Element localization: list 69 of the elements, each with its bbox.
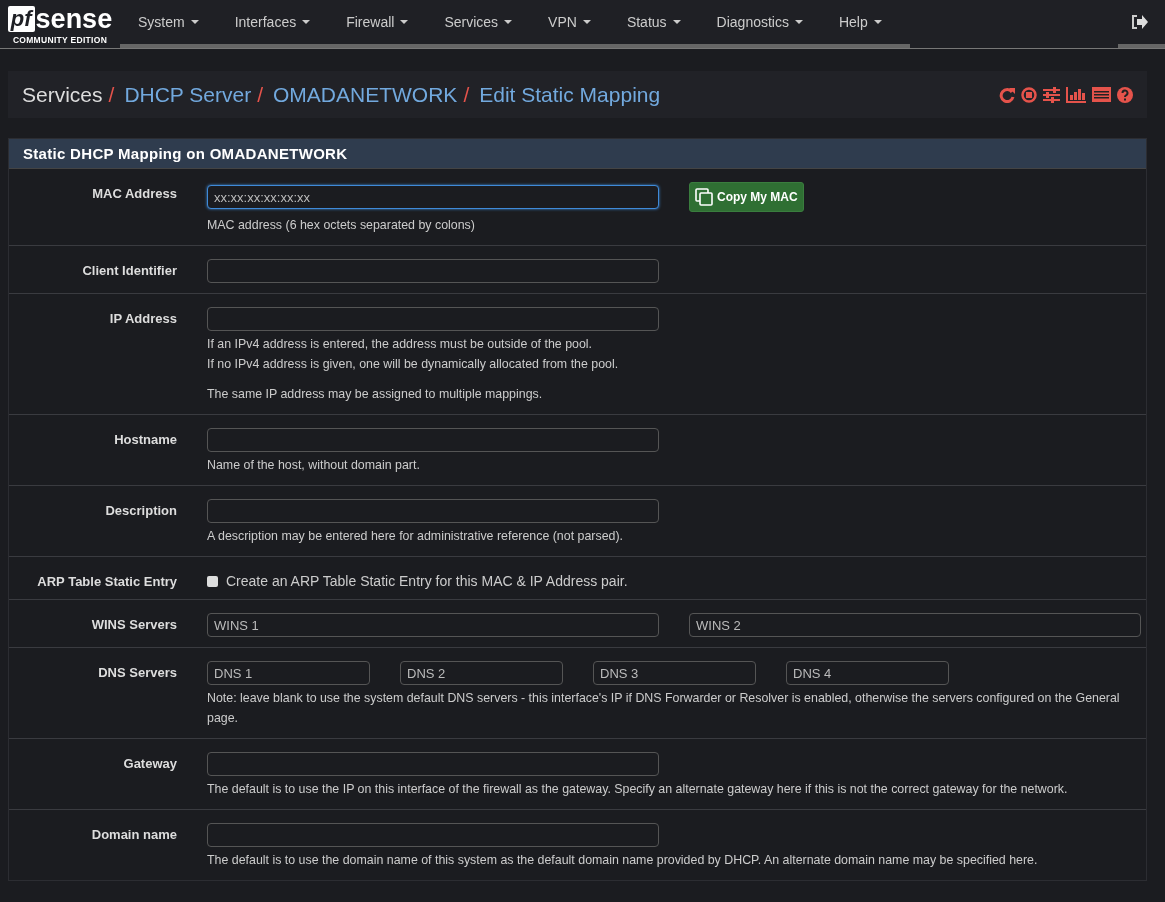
- breadcrumb-item[interactable]: Services: [22, 82, 103, 107]
- breadcrumb-item[interactable]: OMADANETWORK: [273, 82, 458, 107]
- logo-word: sense: [35, 6, 113, 32]
- help-icon[interactable]: [1117, 86, 1133, 103]
- help-text: Name of the host, without domain part.: [207, 457, 421, 474]
- input-field[interactable]: [207, 499, 659, 523]
- menu-item[interactable]: System: [120, 14, 217, 30]
- breadcrumb-separator: /: [108, 82, 115, 107]
- input-field[interactable]: DNS 3: [593, 661, 756, 685]
- caret-icon: [873, 20, 882, 24]
- help-text: MAC address (6 hex octets separated by colons): [207, 217, 476, 234]
- sliders-icon[interactable]: [1043, 86, 1060, 103]
- stop-icon[interactable]: [1021, 86, 1037, 103]
- field-label: Domain name: [90, 826, 178, 844]
- caret-icon: [794, 20, 803, 24]
- input-field[interactable]: [207, 752, 659, 776]
- caret-icon: [302, 20, 311, 24]
- input-field[interactable]: DNS 2: [400, 661, 563, 685]
- field-label: Hostname: [113, 431, 178, 449]
- copy-icon: [695, 187, 714, 207]
- input-field[interactable]: DNS 1: [207, 661, 370, 685]
- caret-icon: [190, 20, 199, 24]
- help-text: Note: leave blank to use the system default DNS servers - this interface's IP if DNS Forwarder or Resolver is enabled, otherwise the servers configured on the General page.: [207, 690, 1121, 727]
- list-icon[interactable]: [1092, 87, 1111, 102]
- field-label: IP Address: [108, 310, 178, 328]
- menu-item[interactable]: Help: [820, 14, 900, 30]
- input-field[interactable]: [207, 823, 659, 847]
- menu-item[interactable]: Firewall: [328, 14, 427, 30]
- help-text: The default is to use the IP on this interface of the firewall as the gateway. Specify an alternate gateway here if this is not the correct gateway for the network.: [207, 781, 1069, 798]
- menu-item[interactable]: Interfaces: [216, 14, 329, 30]
- bar-chart-icon[interactable]: [1066, 86, 1086, 103]
- input-field[interactable]: WINS 1: [207, 613, 659, 637]
- restart-icon[interactable]: [999, 86, 1015, 103]
- help-text: The same IP address may be assigned to multiple mappings.: [207, 386, 544, 403]
- panel-title: Static DHCP Mapping on OMADANETWORK: [9, 139, 1146, 169]
- caret-icon: [672, 20, 681, 24]
- caret-icon: [400, 20, 409, 24]
- field-label: Description: [104, 502, 178, 520]
- caret-icon: [582, 20, 591, 24]
- input-field[interactable]: [207, 259, 659, 283]
- breadcrumb-separator: /: [463, 82, 470, 107]
- copy-mac-button[interactable]: Copy My MAC: [689, 182, 804, 212]
- menu-item[interactable]: Status: [608, 14, 699, 30]
- input-field[interactable]: xx:xx:xx:xx:xx:xx: [207, 185, 659, 209]
- input-field[interactable]: DNS 4: [786, 661, 949, 685]
- menu-item[interactable]: Services: [426, 14, 531, 30]
- breadcrumb-item[interactable]: Edit Static Mapping: [479, 82, 661, 107]
- help-text: The default is to use the domain name of this system as the default domain name provided by DHCP. An alternate domain name may be specified here.: [207, 852, 1039, 869]
- field-label: Client Identifier: [81, 262, 178, 280]
- breadcrumb-separator: /: [257, 82, 264, 107]
- menu-item[interactable]: Diagnostics: [698, 14, 821, 30]
- checkbox[interactable]: [207, 575, 218, 587]
- field-label: MAC Address: [91, 185, 178, 203]
- menu-item[interactable]: VPN: [530, 14, 609, 30]
- logo-edition: COMMUNITY EDITION: [12, 35, 108, 45]
- input-field[interactable]: [207, 428, 659, 452]
- caret-icon: [504, 20, 513, 24]
- help-text: A description may be entered here for administrative reference (not parsed).: [207, 528, 624, 545]
- input-field[interactable]: WINS 2: [689, 613, 1141, 637]
- input-field[interactable]: [207, 307, 659, 331]
- field-label: Gateway: [122, 755, 178, 773]
- logout-icon[interactable]: [1131, 15, 1148, 29]
- field-label: DNS Servers: [97, 664, 178, 682]
- checkbox-label: Create an ARP Table Static Entry for this MAC & IP Address pair.: [226, 573, 628, 589]
- field-label: ARP Table Static Entry: [36, 573, 178, 589]
- logo-mark: pf: [7, 6, 35, 32]
- help-text: If an IPv4 address is entered, the address must be outside of the pool. If no IPv4 address is given, one will be dynamically allocated from the pool.: [207, 336, 620, 373]
- field-label: WINS Servers: [90, 616, 178, 634]
- breadcrumb-item[interactable]: DHCP Server: [124, 82, 252, 107]
